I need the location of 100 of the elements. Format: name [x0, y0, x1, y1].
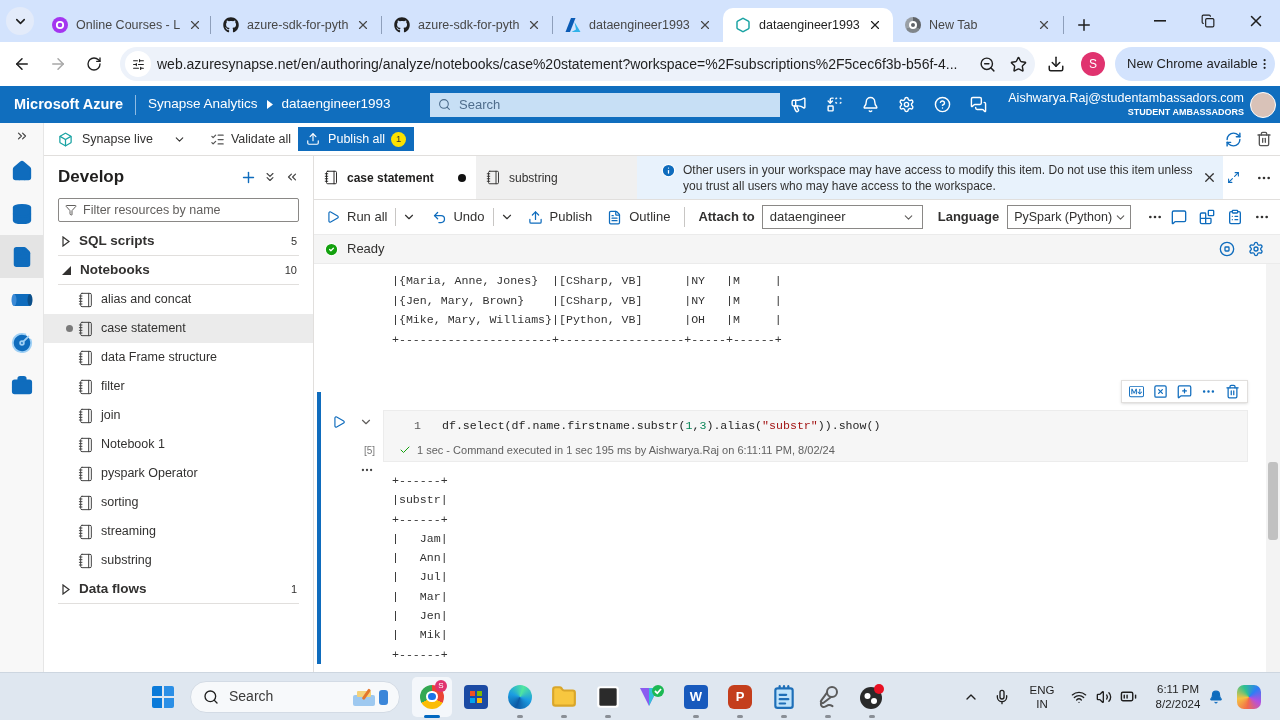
taskbar-app-button[interactable]: W	[676, 676, 716, 717]
validate-all-button[interactable]: Validate all	[209, 126, 292, 152]
stop-circle-icon[interactable]	[1219, 241, 1235, 257]
close-icon[interactable]	[1202, 170, 1217, 185]
clock-date[interactable]: 8/2/2024	[1155, 696, 1201, 712]
notebook-icon	[78, 349, 94, 366]
profile-avatar[interactable]: S	[1081, 52, 1105, 76]
bell-icon[interactable]	[1209, 689, 1223, 704]
undo-button[interactable]: Undo	[432, 204, 485, 230]
add-comment-icon[interactable]	[1177, 384, 1192, 399]
zoom-out-icon[interactable]	[979, 55, 996, 73]
run-status: 1 sec - Command executed in 1 sec 195 ms by Aishwarya.Raj on 6:11:11 PM, 8/02/24	[417, 442, 835, 458]
plus-icon	[1075, 16, 1093, 34]
taskbar-search-field[interactable]: Search	[190, 680, 400, 713]
notebook-item[interactable]: data Frame structure	[44, 343, 313, 372]
scrollbar-thumb[interactable]	[1268, 462, 1278, 540]
breadcrumb-link[interactable]: Synapse Analytics	[148, 94, 258, 115]
attach-to-dropdown[interactable]: dataengineer	[761, 205, 923, 229]
close-icon[interactable]	[1037, 18, 1051, 32]
settings-icon	[897, 96, 915, 113]
settings-icon[interactable]	[1248, 241, 1264, 257]
input-language[interactable]: ENG	[1029, 682, 1055, 697]
caret-icon[interactable]	[62, 265, 71, 275]
github-icon	[394, 17, 410, 33]
input-region[interactable]: IN	[1036, 696, 1048, 711]
update-chrome-button[interactable]: New Chrome available	[1115, 47, 1275, 81]
breadcrumb-link[interactable]: dataengineer1993	[281, 94, 391, 115]
filter-field[interactable]: Filter resources by name	[58, 198, 299, 222]
notebook-icon	[78, 523, 94, 540]
caret-icon[interactable]	[62, 235, 70, 247]
tree-folder-row[interactable]: SQL scripts 5	[58, 227, 299, 256]
output-line: +------+	[392, 473, 448, 489]
tree-folder-row[interactable]: Data flows 1	[58, 575, 299, 604]
user-avatar[interactable]	[1250, 91, 1276, 118]
editor-tab[interactable]: substring	[476, 156, 637, 199]
chevrons-down-icon[interactable]	[263, 170, 277, 184]
check-icon	[399, 444, 411, 456]
run-all-button[interactable]: Run all	[326, 204, 388, 230]
browser-tab[interactable]: New Tab	[893, 8, 1063, 42]
bookmark-star-icon[interactable]	[1010, 55, 1027, 73]
publish-button[interactable]: Publish	[527, 204, 593, 230]
language-dropdown[interactable]: PySpark (Python)	[1007, 205, 1132, 229]
taskbar-app-button[interactable]: S	[412, 676, 452, 717]
outline-button[interactable]: Outline	[607, 204, 671, 230]
trash-icon[interactable]	[1225, 384, 1240, 399]
address-field[interactable]: web.azuresynapse.net/en/authoring/analyze/notebooks/case%20statement?workspace=%2Fsubscriptions%2F5cec6f3b-b56f-4...	[120, 47, 1035, 81]
clipboard-list-icon[interactable]	[1227, 209, 1243, 225]
site-info-button[interactable]	[125, 51, 151, 77]
browser-tab[interactable]: dataengineer1993	[723, 8, 893, 42]
item-count: 5	[290, 233, 298, 249]
copilot-icon[interactable]	[1237, 684, 1261, 709]
chevrons-left-icon[interactable]	[285, 170, 299, 184]
notebook-icon	[78, 407, 94, 424]
breadcrumb-caret-icon	[266, 100, 273, 109]
refresh-icon[interactable]	[1225, 130, 1242, 148]
output-line: |{Jen, Mary, Brown} |[CSharp, VB] |NY |M |	[392, 292, 782, 309]
search-field[interactable]: Search	[430, 92, 780, 117]
item-count: 1	[290, 581, 298, 597]
recorder-app-icon	[859, 683, 885, 710]
expand-icon[interactable]	[1227, 171, 1240, 184]
notebook-item[interactable]: pyspark Operator	[44, 459, 313, 488]
trash-icon[interactable]	[1256, 131, 1272, 147]
notebook-item[interactable]: streaming	[44, 517, 313, 546]
notice-message: Other users in your workspace may have access to modify this item. Do not use this item unless you trust all users who may have access to the workspace.	[683, 161, 1194, 194]
browser-tab[interactable]: azure-sdk-for-pyth	[211, 8, 381, 42]
browser-tab[interactable]: dataengineer1993	[553, 8, 723, 42]
microphone-icon[interactable]	[994, 688, 1010, 705]
comment-icon[interactable]	[1171, 209, 1187, 225]
rail-button[interactable]	[0, 235, 43, 278]
markdown-icon[interactable]	[1129, 384, 1144, 399]
cube-icon	[58, 131, 73, 147]
database-icon	[10, 202, 33, 225]
notebook-item[interactable]: alias and concat	[44, 285, 313, 314]
play-icon[interactable]	[332, 415, 346, 429]
taskbar-app-button[interactable]: P	[720, 676, 760, 717]
notebook-icon	[78, 320, 94, 337]
tree-folder-row[interactable]: Notebooks 10	[58, 256, 299, 285]
notebook-item[interactable]: join	[44, 401, 313, 430]
clock-time[interactable]: 6:11 PM	[1157, 681, 1199, 697]
code-editor[interactable]: 1 df.select(df.name.firstname.substr(1,3).alias("substr")).show() 1 sec - Command executed in 1 sec 195 ms by Aishwarya.Raj on 6:11:11 PM, 8/02/24	[383, 410, 1248, 462]
output-line: | Mar|	[392, 588, 448, 605]
browser-tab[interactable]: Online Courses - L	[40, 8, 210, 42]
output-line: |substr|	[392, 492, 448, 509]
browser-tab[interactable]: azure-sdk-for-pyth	[382, 8, 552, 42]
blocks-icon[interactable]	[1199, 209, 1215, 225]
mode-dropdown[interactable]: Synapse live	[58, 126, 186, 152]
gauge-icon	[10, 331, 33, 354]
volume-icon[interactable]	[1096, 688, 1112, 705]
tab-search-button[interactable]	[6, 7, 34, 35]
notebook-item[interactable]: filter	[44, 372, 313, 401]
notebook-item[interactable]: Notebook 1	[44, 430, 313, 459]
notebook-item[interactable]: substring	[44, 546, 313, 575]
caret-icon[interactable]	[62, 583, 70, 595]
notebook-item[interactable]: sorting	[44, 488, 313, 517]
publish-all-button[interactable]: Publish all 1	[298, 127, 415, 151]
pipe-icon	[10, 292, 33, 307]
notebook-icon	[78, 378, 94, 395]
square-x-icon[interactable]	[1153, 384, 1168, 399]
notebook-item[interactable]: case statement	[44, 314, 313, 343]
brand-name[interactable]: Microsoft Azure	[14, 93, 124, 116]
